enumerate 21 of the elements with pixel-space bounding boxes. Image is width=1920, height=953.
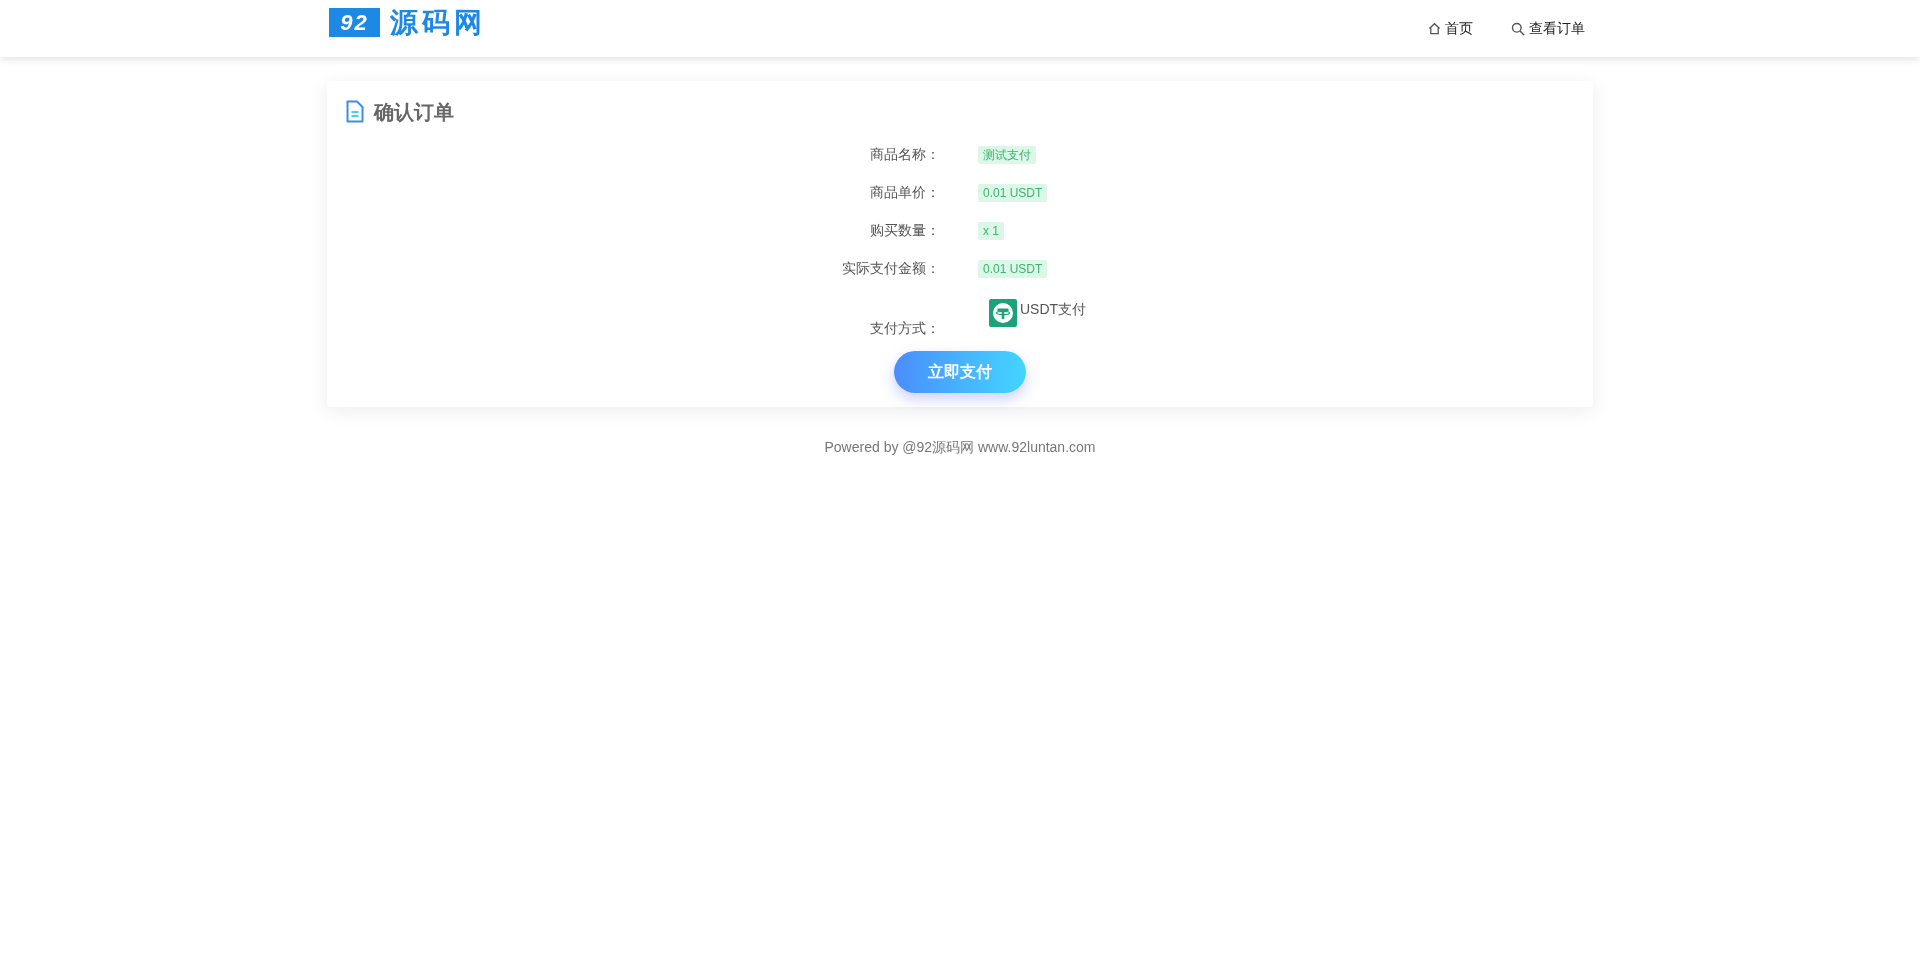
site-logo[interactable]: 92 源码网 <box>329 6 486 39</box>
document-icon <box>346 100 364 123</box>
nav-link[interactable]: 查看订单 <box>1511 18 1585 39</box>
value-tag: 0.01 USDT <box>978 184 1048 202</box>
field-label: 商品单价： <box>869 182 941 202</box>
search-icon <box>1511 21 1525 36</box>
payment-option[interactable]: USDT支付 <box>989 299 1087 327</box>
value-tag: 0.01 USDT <box>978 260 1048 278</box>
value-tag: 测试支付 <box>978 146 1036 164</box>
field-label: 实际支付金额： <box>841 258 941 278</box>
home-icon <box>1428 22 1441 35</box>
tether-icon <box>989 299 1017 327</box>
card-title: 确认订单 <box>374 99 454 125</box>
field-label: 支付方式： <box>869 319 941 338</box>
footer-text: Powered by @92源码网 www.92luntan.com <box>823 438 1097 457</box>
field-label: 商品名称： <box>869 144 941 164</box>
logo-badge: 92 <box>329 8 380 37</box>
nav-link[interactable]: 首页 <box>1428 18 1473 39</box>
value-tag: x 1 <box>978 222 1004 240</box>
field-label: 购买数量： <box>869 220 941 240</box>
logo-text: 源码网 <box>390 6 486 39</box>
